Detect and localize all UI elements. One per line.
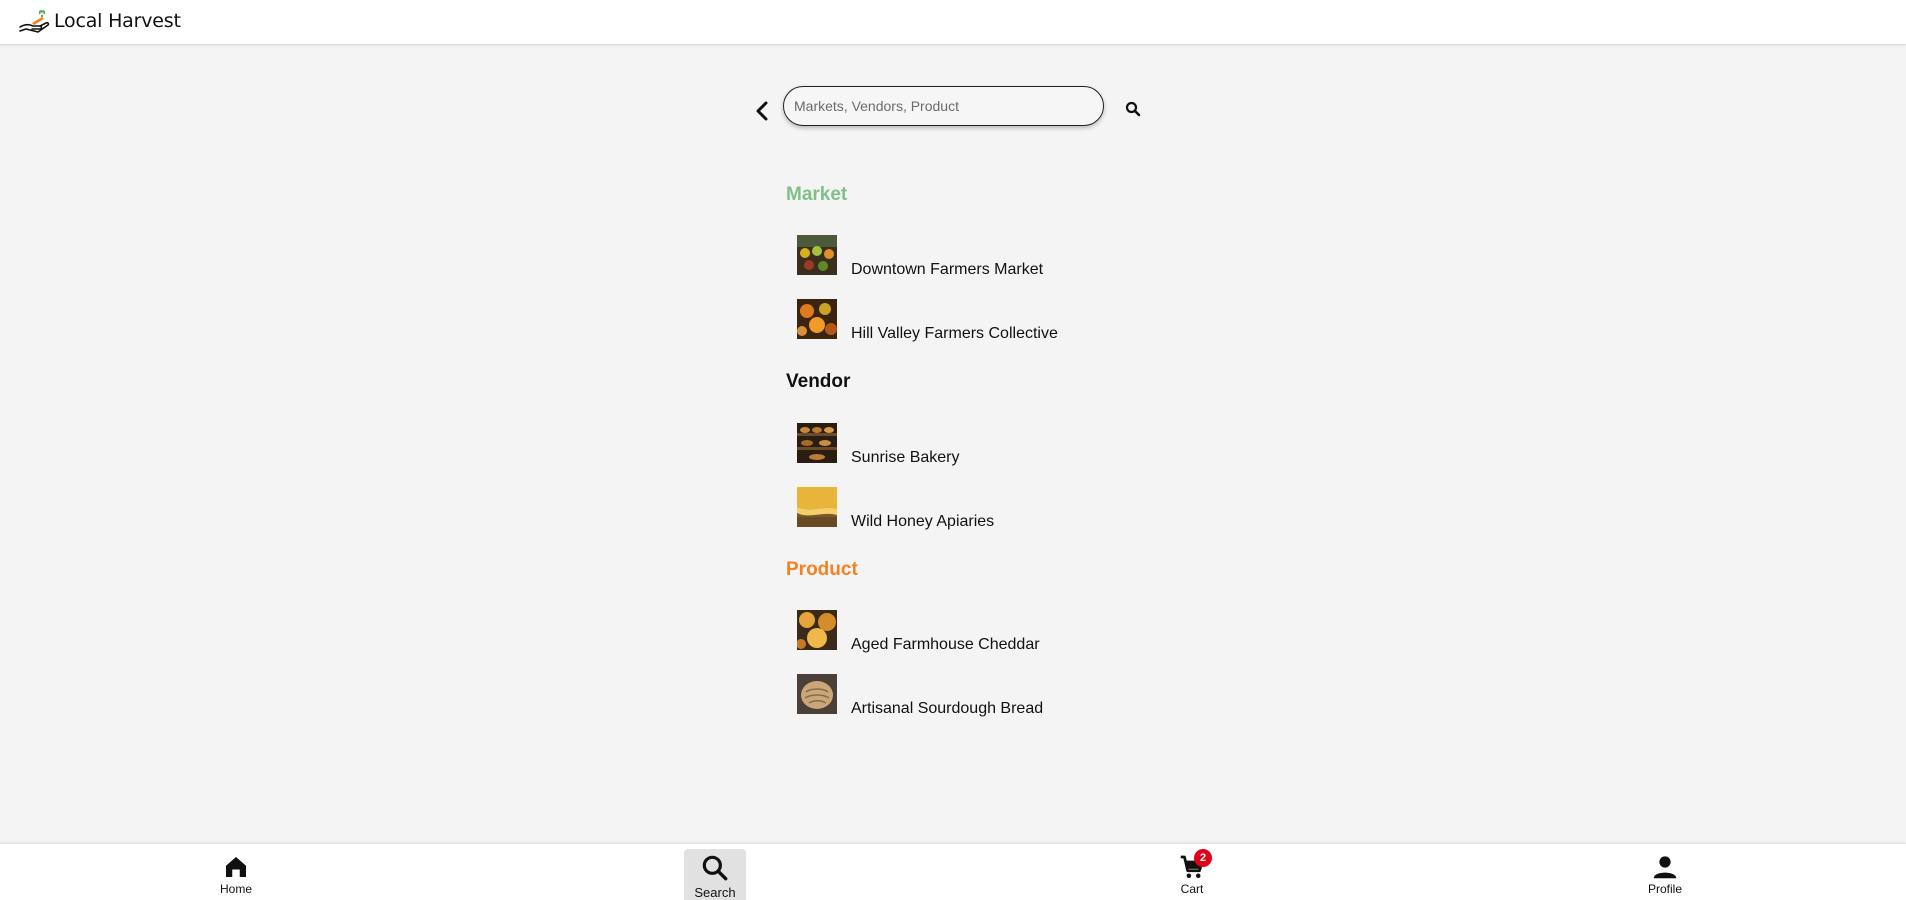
chevron-left-icon [756, 101, 768, 121]
market-produce-thumbnail [797, 235, 837, 275]
result-item-product[interactable]: Aged Farmhouse Cheddar [797, 610, 1117, 656]
back-button[interactable] [752, 99, 772, 123]
result-item-label: Aged Farmhouse Cheddar [851, 636, 1040, 653]
section-title-market: Market [786, 184, 848, 205]
market-pumpkins-thumbnail [797, 299, 837, 339]
search-icon [702, 855, 728, 881]
search-icon [1125, 101, 1141, 117]
nav-profile[interactable]: Profile [1644, 844, 1686, 900]
result-item-label: Sunrise Bakery [851, 449, 960, 466]
bottom-nav: Home Search 2 Cart Profile [0, 843, 1906, 900]
section-title-product: Product [786, 559, 858, 580]
result-item-label: Hill Valley Farmers Collective [851, 325, 1058, 342]
result-item-market[interactable]: Downtown Farmers Market [797, 235, 1117, 281]
harvest-hand-logo-icon [19, 10, 50, 33]
result-item-market[interactable]: Hill Valley Farmers Collective [797, 299, 1117, 345]
section-title-vendor: Vendor [786, 371, 851, 392]
search-submit-button[interactable] [1125, 101, 1141, 117]
nav-profile-label: Profile [1647, 882, 1682, 896]
nav-home-label: Home [219, 882, 252, 896]
app-header: Local Harvest [0, 0, 1906, 45]
nav-search-label: Search [694, 885, 736, 900]
home-icon [226, 857, 246, 877]
result-item-product[interactable]: Artisanal Sourdough Bread [797, 674, 1117, 720]
nav-cart-label: Cart [1180, 882, 1204, 896]
search-input[interactable] [783, 86, 1104, 126]
sourdough-thumbnail [797, 674, 837, 714]
result-item-vendor[interactable]: Sunrise Bakery [797, 423, 1117, 469]
nav-home[interactable]: Home [216, 844, 256, 900]
honey-thumbnail [797, 487, 837, 527]
nav-cart[interactable]: 2 Cart [1174, 844, 1212, 900]
result-item-label: Downtown Farmers Market [851, 261, 1044, 278]
app-name: Local Harvest [54, 10, 181, 32]
cart-count-badge: 2 [1194, 849, 1212, 867]
cheese-thumbnail [797, 610, 837, 650]
app-logo[interactable]: Local Harvest [18, 6, 181, 36]
bakery-shelves-thumbnail [797, 423, 837, 463]
result-item-label: Wild Honey Apiaries [851, 513, 995, 530]
result-item-vendor[interactable]: Wild Honey Apiaries [797, 487, 1117, 533]
result-item-label: Artisanal Sourdough Bread [851, 700, 1044, 717]
nav-search[interactable]: Search [684, 849, 746, 900]
person-icon [1653, 856, 1677, 879]
